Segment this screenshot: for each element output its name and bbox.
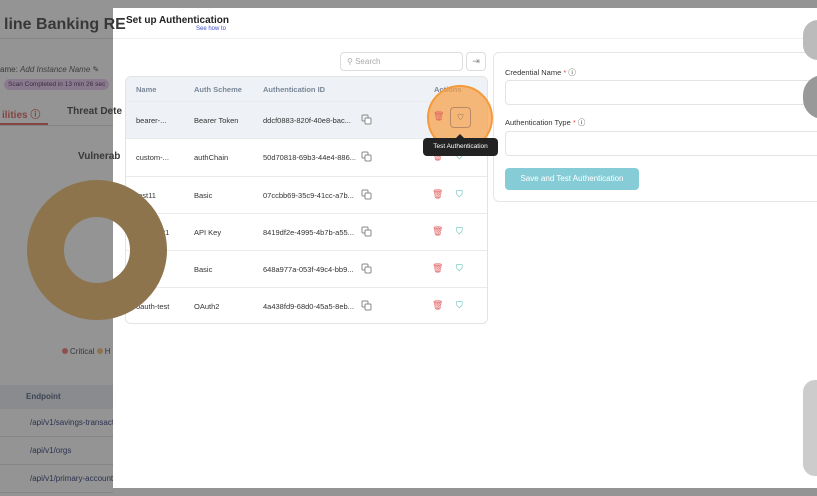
- edit-icon[interactable]: ✎: [93, 65, 100, 74]
- shield-icon[interactable]: ⛉: [456, 300, 463, 311]
- donut-chart: [27, 180, 167, 320]
- row-scheme: Bearer Token: [194, 116, 239, 125]
- delete-icon[interactable]: 🗑: [432, 226, 443, 237]
- shield-icon[interactable]: ⛉: [456, 263, 463, 274]
- divider: [113, 38, 817, 39]
- tooltip: Test Authentication: [423, 134, 498, 156]
- tab-threat-detection[interactable]: Threat Dete: [67, 106, 122, 117]
- endpoint-row[interactable]: /api/v1/savings-transactions: [0, 409, 113, 437]
- info-icon: ⓘ: [30, 110, 41, 121]
- copy-icon[interactable]: [361, 151, 372, 162]
- side-panel-handle[interactable]: [803, 380, 817, 476]
- copy-icon[interactable]: [361, 189, 372, 200]
- table-row[interactable]: test Basic 648a977a-053f-49c4-bb9... 🗑 ⛉: [126, 250, 487, 287]
- search-input[interactable]: ⚲ Search: [340, 52, 463, 71]
- tab-vulnerabilities[interactable]: ilities ⓘ: [2, 106, 40, 121]
- see-how-link[interactable]: See how to: [196, 26, 226, 32]
- row-name: bearer-...: [136, 116, 167, 125]
- instance-name-label: ame:: [0, 65, 18, 74]
- table-row[interactable]: test11 Basic 07ccbb69-35c9-41cc-a7b... 🗑…: [126, 175, 487, 213]
- high-dot: [96, 348, 103, 354]
- row-id: 50d70818-69b3-44e4-886...: [263, 153, 356, 163]
- auth-setup-drawer: Set up Authentication See how to ⚲ Searc…: [113, 8, 817, 488]
- shield-icon: ⛉: [457, 113, 464, 122]
- endpoint-header: Endpoint: [0, 385, 113, 409]
- row-id: ddcf0883-820f-40e8-bac...: [263, 116, 351, 125]
- row-name: custom-...: [136, 153, 169, 163]
- row-scheme: Basic: [194, 265, 213, 275]
- save-and-test-button[interactable]: Save and Test Authentication: [505, 168, 639, 190]
- shield-icon[interactable]: ⛉: [456, 226, 463, 237]
- chart-legend: Critical H: [62, 347, 110, 356]
- search-placeholder: Search: [355, 57, 381, 66]
- shield-icon[interactable]: ⛉: [456, 189, 463, 200]
- row-id: 648a977a-053f-49c4-bb9...: [263, 265, 354, 275]
- page-title: line Banking RE: [4, 16, 126, 33]
- test-auth-button[interactable]: ⛉: [450, 107, 471, 128]
- auth-type-label: Authentication Type * ⓘ: [505, 118, 586, 127]
- copy-icon[interactable]: [361, 263, 372, 274]
- divider: [0, 38, 113, 39]
- auth-form: Credential Name * ⓘ Authentication Type …: [493, 52, 817, 202]
- delete-icon[interactable]: 🗑: [432, 189, 443, 200]
- row-scheme: API Key: [194, 227, 222, 237]
- copy-icon[interactable]: [361, 300, 372, 311]
- delete-icon[interactable]: 🗑: [432, 263, 443, 274]
- instance-name: ame: Add Instance Name ✎: [0, 65, 99, 74]
- info-icon: ⓘ: [577, 118, 586, 127]
- info-icon: ⓘ: [568, 68, 576, 77]
- legend-critical: Critical: [70, 347, 95, 356]
- row-id: 07ccbb69-35c9-41cc-a7b...: [263, 190, 354, 200]
- table-row[interactable]: auth-test1 API Key 8419df2e-4995-4b7b-a5…: [126, 212, 487, 250]
- col-auth-scheme: Auth Scheme: [194, 85, 242, 94]
- divider: [0, 125, 113, 126]
- floating-button[interactable]: [803, 20, 817, 60]
- search-icon: ⚲: [347, 57, 353, 66]
- row-id: 4a438fd9-68d0-45a5-8eb...: [263, 302, 354, 312]
- critical-dot: [62, 348, 68, 354]
- col-auth-id: Authentication ID: [263, 85, 326, 94]
- copy-icon[interactable]: [361, 226, 372, 237]
- tab-label: ilities: [2, 110, 28, 121]
- row-scheme: authChain: [194, 153, 229, 163]
- credential-name-label: Credential Name * ⓘ: [505, 68, 576, 77]
- endpoint-row[interactable]: /api/v1/primary-account/p: [0, 465, 113, 493]
- row-id: 8419df2e-4995-4b7b-a55...: [263, 227, 354, 237]
- scan-status-badge: Scan Completed in 13 min 26 sec: [4, 79, 110, 90]
- delete-icon[interactable]: 🗑: [432, 300, 443, 311]
- col-name: Name: [136, 85, 157, 94]
- collapse-button[interactable]: ⇥: [466, 52, 486, 71]
- auth-type-select[interactable]: [505, 131, 817, 156]
- copy-icon[interactable]: [361, 114, 372, 125]
- row-scheme: OAuth2: [194, 302, 220, 312]
- endpoint-row[interactable]: /api/v1/orgs: [0, 437, 113, 465]
- legend-high: H: [104, 347, 111, 356]
- delete-icon[interactable]: 🗑: [433, 111, 444, 122]
- credential-name-input[interactable]: [505, 80, 817, 105]
- drawer-title: Set up Authentication: [126, 15, 229, 26]
- table-row[interactable]: oauth-test OAuth2 4a438fd9-68d0-45a5-8eb…: [126, 287, 487, 323]
- row-scheme: Basic: [194, 190, 213, 200]
- instance-name-value[interactable]: Add Instance Name: [20, 65, 90, 74]
- section-title: Vulnerab: [78, 151, 121, 162]
